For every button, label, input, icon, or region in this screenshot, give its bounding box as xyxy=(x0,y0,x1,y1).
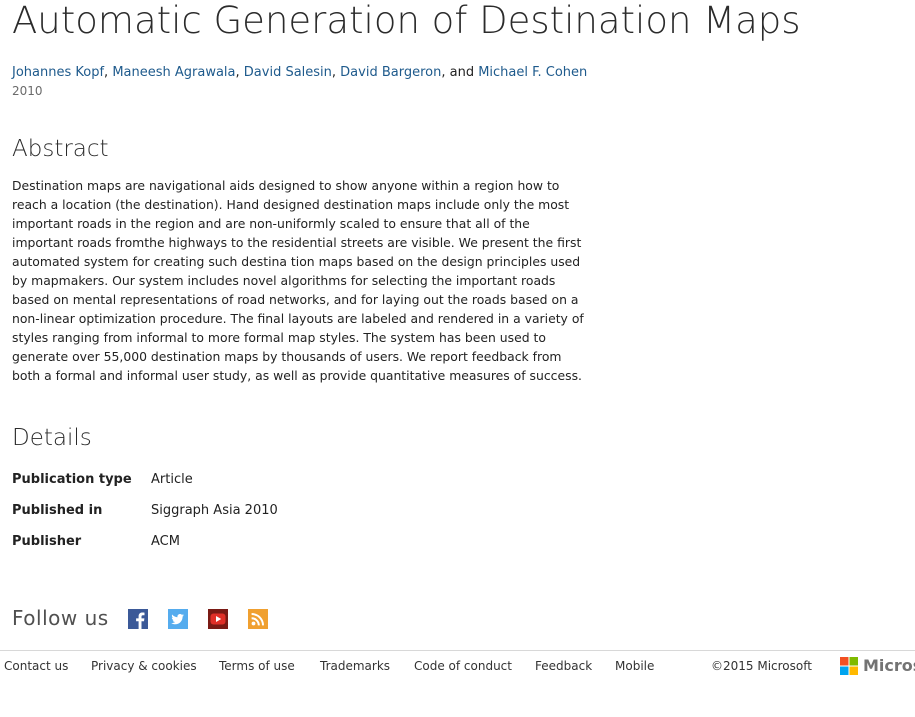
footer-link-feedback[interactable]: Feedback xyxy=(535,657,592,675)
details-heading: Details xyxy=(12,425,92,451)
page-title: Automatic Generation of Destination Maps xyxy=(12,0,801,42)
detail-label: Published in xyxy=(12,503,103,518)
detail-value: Siggraph Asia 2010 xyxy=(151,503,278,518)
author-separator: , xyxy=(331,65,341,80)
author-link[interactable]: Johannes Kopf xyxy=(12,65,104,80)
author-separator: , and xyxy=(441,65,479,80)
footer-link-terms[interactable]: Terms of use xyxy=(219,657,295,675)
author-link[interactable]: David Bargeron xyxy=(340,65,441,80)
author-link[interactable]: David Salesin xyxy=(244,65,332,80)
microsoft-logo-icon xyxy=(840,657,858,675)
detail-value: ACM xyxy=(151,534,180,549)
footer-divider xyxy=(0,650,915,651)
youtube-icon[interactable] xyxy=(208,609,228,629)
footer-link-privacy[interactable]: Privacy & cookies xyxy=(91,657,197,675)
facebook-icon[interactable] xyxy=(128,609,148,629)
footer-link-contact-us[interactable]: Contact us xyxy=(4,657,68,675)
author-link[interactable]: Michael F. Cohen xyxy=(478,65,587,80)
rss-icon[interactable] xyxy=(248,609,268,629)
author-link[interactable]: Maneesh Agrawala xyxy=(112,65,235,80)
footer-link-mobile[interactable]: Mobile xyxy=(615,657,654,675)
footer-link-code-of-conduct[interactable]: Code of conduct xyxy=(414,657,512,675)
publication-page: Automatic Generation of Destination Maps… xyxy=(0,0,915,717)
detail-label: Publication type xyxy=(12,472,132,487)
copyright-text: ©2015 Microsoft xyxy=(711,659,812,673)
microsoft-logo[interactable]: Microsoft xyxy=(840,657,915,675)
twitter-icon[interactable] xyxy=(168,609,188,629)
microsoft-logo-text: Microsoft xyxy=(863,657,915,675)
detail-label: Publisher xyxy=(12,534,82,549)
detail-value: Article xyxy=(151,472,193,487)
publication-year: 2010 xyxy=(12,84,43,98)
author-separator: , xyxy=(235,65,244,80)
abstract-text: Destination maps are navigational aids d… xyxy=(12,178,584,383)
follow-us-label: Follow us xyxy=(12,606,109,630)
footer-link-trademarks[interactable]: Trademarks xyxy=(320,657,390,675)
author-list: Johannes Kopf, Maneesh Agrawala, David S… xyxy=(12,64,587,82)
abstract-heading: Abstract xyxy=(12,136,109,162)
